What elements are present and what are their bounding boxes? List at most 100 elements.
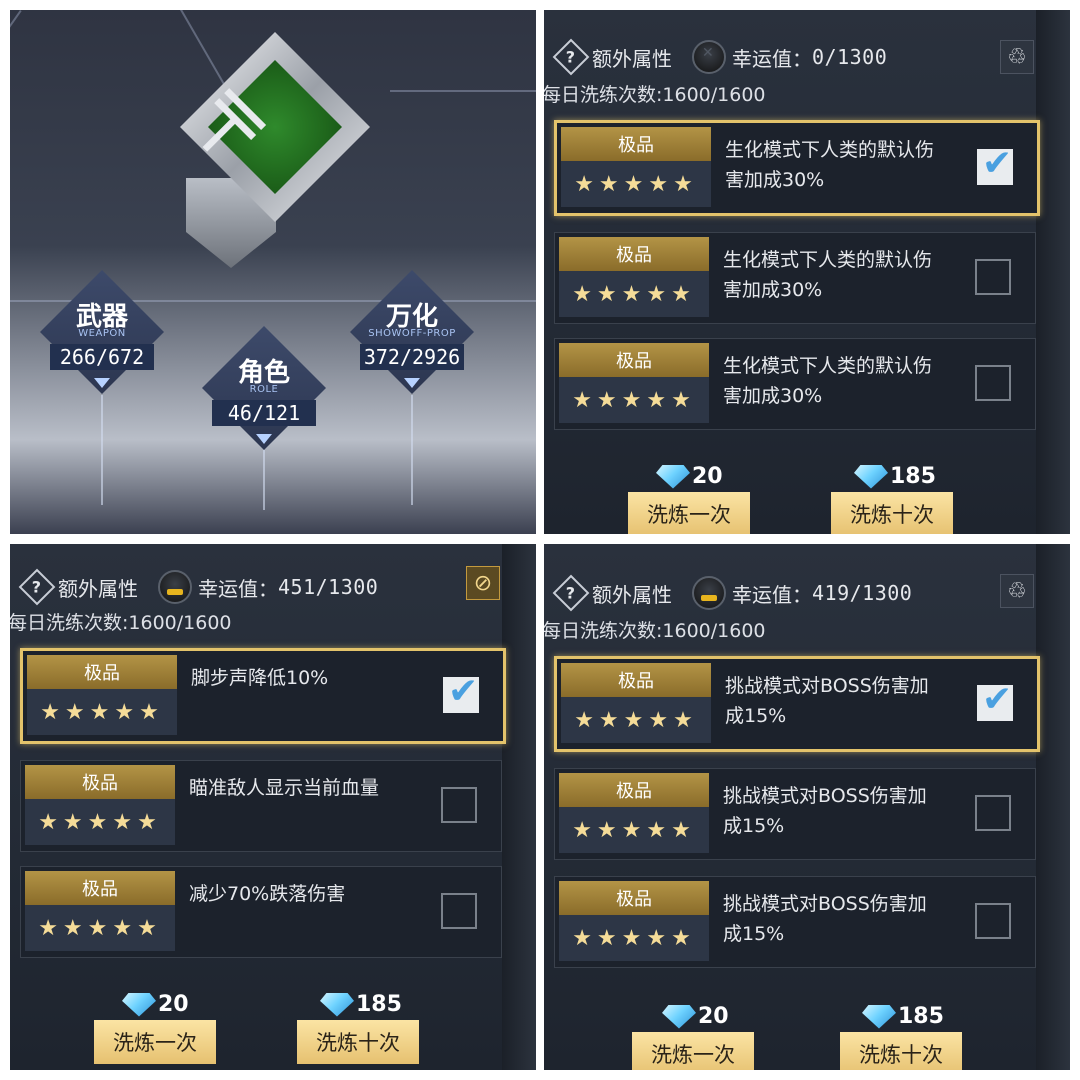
- cost-value: 20: [158, 992, 189, 1017]
- panel-edge: [502, 544, 536, 1070]
- panel-edge: [1036, 10, 1070, 534]
- refine-once-button[interactable]: 洗炼一次: [632, 1032, 754, 1070]
- recycle-icon[interactable]: ♲: [1000, 574, 1034, 608]
- cost-indicator: 20: [122, 992, 189, 1017]
- recycle-disabled-icon[interactable]: ⊘: [466, 566, 500, 600]
- grade-badge: 极品 ★★★★★: [25, 871, 175, 951]
- category-showoff-prop[interactable]: 万化 SHOWOFF-PROP 372/2926: [350, 270, 474, 394]
- luck-value: 419/1300: [812, 581, 913, 605]
- luck-value: 451/1300: [278, 575, 379, 599]
- star-rating: ★★★★★: [559, 915, 709, 961]
- grade-label: 极品: [27, 655, 177, 689]
- option-checkbox[interactable]: [975, 903, 1011, 939]
- luck-label: 幸运值：: [198, 576, 278, 601]
- panel-title: 额外属性: [592, 582, 672, 607]
- help-icon[interactable]: ?: [552, 574, 590, 612]
- diamond-icon: [320, 992, 354, 1017]
- grade-label: 极品: [559, 343, 709, 377]
- attribute-text: 脚步声降低10%: [191, 667, 329, 689]
- cost-indicator: 185: [320, 992, 402, 1017]
- luck-value: 0/1300: [812, 45, 888, 69]
- grade-badge: 极品 ★★★★★: [25, 765, 175, 845]
- cost-value: 185: [356, 992, 402, 1017]
- help-icon[interactable]: ?: [18, 568, 56, 606]
- cost-indicator: 20: [656, 464, 723, 489]
- attribute-option[interactable]: 极品 ★★★★★ 脚步声降低10%: [20, 648, 506, 744]
- diamond-icon: [662, 1004, 696, 1029]
- option-checkbox[interactable]: [443, 671, 479, 713]
- daily-refine-count: 每日洗练次数:1600/1600: [544, 84, 766, 106]
- grade-label: 极品: [25, 871, 175, 905]
- attribute-option[interactable]: 极品 ★★★★★ 生化模式下人类的默认伤害加成30%: [554, 232, 1036, 324]
- option-checkbox[interactable]: [975, 365, 1011, 401]
- grade-label: 极品: [25, 765, 175, 799]
- grade-badge: 极品 ★★★★★: [559, 773, 709, 853]
- attribute-text: 挑战模式对BOSS伤害加成15%: [725, 675, 929, 727]
- attribute-option[interactable]: 极品 ★★★★★ 生化模式下人类的默认伤害加成30%: [554, 120, 1040, 216]
- refine-panel: ? 额外属性 幸运值： 0/1300 ♲ 每日洗练次数:1600/1600 极品…: [544, 10, 1070, 534]
- luck-icon: [692, 40, 726, 74]
- diamond-icon: [122, 992, 156, 1017]
- cost-value: 185: [890, 464, 936, 489]
- panel-header: ? 额外属性 幸运值： 0/1300: [552, 38, 888, 76]
- attribute-option[interactable]: 极品 ★★★★★ 瞄准敌人显示当前血量: [20, 760, 502, 852]
- attribute-option[interactable]: 极品 ★★★★★ 挑战模式对BOSS伤害加成15%: [554, 656, 1040, 752]
- attribute-option[interactable]: 极品 ★★★★★ 挑战模式对BOSS伤害加成15%: [554, 768, 1036, 860]
- category-weapon[interactable]: 武器 WEAPON 266/672: [40, 270, 164, 394]
- cost-value: 20: [698, 1004, 729, 1029]
- grade-badge: 极品 ★★★★★: [559, 881, 709, 961]
- connector-line: [411, 395, 413, 505]
- grid-line: [10, 10, 22, 257]
- category-subtitle: WEAPON: [78, 328, 126, 339]
- star-rating: ★★★★★: [561, 161, 711, 207]
- cost-value: 20: [692, 464, 723, 489]
- diamond-icon: [854, 464, 888, 489]
- grade-badge: 极品 ★★★★★: [559, 237, 709, 317]
- attribute-text: 瞄准敌人显示当前血量: [189, 777, 380, 799]
- option-checkbox[interactable]: [977, 143, 1013, 185]
- category-role[interactable]: 角色 ROLE 46/121: [202, 326, 326, 450]
- attribute-text: 生化模式下人类的默认伤害加成30%: [723, 249, 933, 301]
- attribute-option[interactable]: 极品 ★★★★★ 生化模式下人类的默认伤害加成30%: [554, 338, 1036, 430]
- star-rating: ★★★★★: [559, 807, 709, 853]
- star-rating: ★★★★★: [25, 905, 175, 951]
- category-subtitle: SHOWOFF-PROP: [368, 328, 456, 339]
- panel-header: ? 额外属性 幸运值： 451/1300: [18, 568, 379, 606]
- cost-indicator: 185: [854, 464, 936, 489]
- refine-once-button[interactable]: 洗炼一次: [628, 492, 750, 534]
- star-rating: ★★★★★: [559, 377, 709, 423]
- recycle-icon[interactable]: ♲: [1000, 40, 1034, 74]
- refine-ten-button[interactable]: 洗炼十次: [297, 1020, 419, 1064]
- luck-label: 幸运值：: [732, 46, 812, 71]
- option-checkbox[interactable]: [975, 259, 1011, 295]
- luck-icon: [692, 576, 726, 610]
- attribute-option[interactable]: 极品 ★★★★★ 挑战模式对BOSS伤害加成15%: [554, 876, 1036, 968]
- daily-refine-count: 每日洗练次数:1600/1600: [544, 620, 766, 642]
- help-icon[interactable]: ?: [552, 38, 590, 76]
- refine-ten-button[interactable]: 洗炼十次: [831, 492, 953, 534]
- star-rating: ★★★★★: [561, 697, 711, 743]
- panel-title: 额外属性: [592, 46, 672, 71]
- connector-line: [101, 395, 103, 505]
- connector-line: [263, 450, 265, 510]
- cost-indicator: 185: [862, 1004, 944, 1029]
- luck-icon: [158, 570, 192, 604]
- option-checkbox[interactable]: [977, 679, 1013, 721]
- star-rating: ★★★★★: [25, 799, 175, 845]
- panel-title: 额外属性: [58, 576, 138, 601]
- cost-value: 185: [898, 1004, 944, 1029]
- grade-label: 极品: [559, 237, 709, 271]
- panel-edge: [1036, 544, 1070, 1070]
- grade-label: 极品: [561, 127, 711, 161]
- grid-line: [390, 90, 536, 92]
- grade-label: 极品: [559, 881, 709, 915]
- refine-ten-button[interactable]: 洗炼十次: [840, 1032, 962, 1070]
- diamond-icon: [656, 464, 690, 489]
- refine-once-button[interactable]: 洗炼一次: [94, 1020, 216, 1064]
- option-checkbox[interactable]: [441, 893, 477, 929]
- option-checkbox[interactable]: [441, 787, 477, 823]
- attribute-text: 挑战模式对BOSS伤害加成15%: [723, 785, 927, 837]
- attribute-option[interactable]: 极品 ★★★★★ 减少70%跌落伤害: [20, 866, 502, 958]
- cost-indicator: 20: [662, 1004, 729, 1029]
- option-checkbox[interactable]: [975, 795, 1011, 831]
